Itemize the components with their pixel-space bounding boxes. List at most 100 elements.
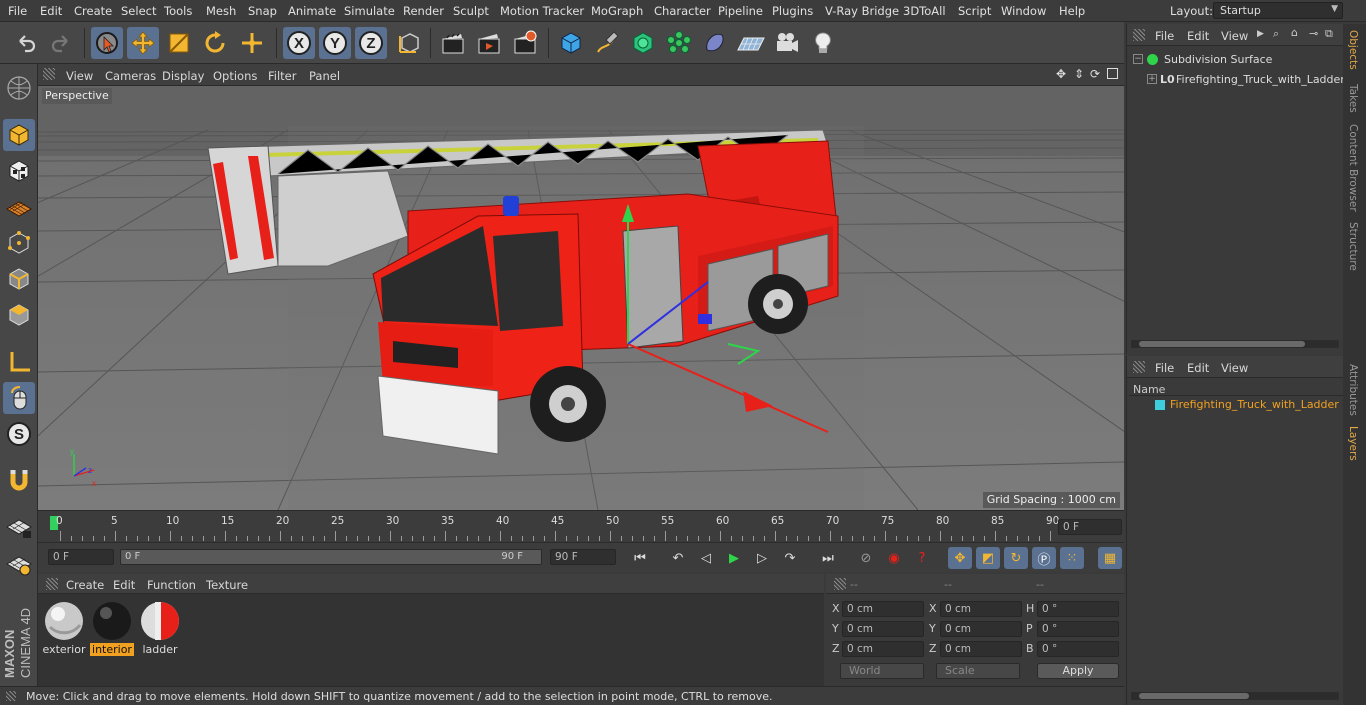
- next-key-button[interactable]: ↷: [778, 547, 802, 569]
- layout-dropdown[interactable]: Startup ▼: [1213, 2, 1343, 19]
- rotation-h-field[interactable]: 0 °: [1037, 601, 1119, 617]
- tree-item-truck[interactable]: Firefighting_Truck_with_Ladder: [1176, 73, 1345, 86]
- menu-script[interactable]: Script: [958, 4, 991, 18]
- end-frame-field[interactable]: 90 F: [550, 549, 616, 565]
- edges-mode-button[interactable]: [3, 263, 35, 295]
- record-keys-button[interactable]: ⊘: [854, 547, 878, 569]
- viewport-menu-panel[interactable]: Panel: [309, 69, 340, 83]
- menu-file[interactable]: File: [8, 4, 27, 18]
- redo-button[interactable]: [45, 27, 77, 59]
- autokey-button[interactable]: ◉: [882, 547, 906, 569]
- menu-snap[interactable]: Snap: [248, 4, 277, 18]
- model-mode-button[interactable]: [3, 119, 35, 151]
- goto-start-button[interactable]: ⏮: [628, 547, 652, 569]
- object-menu-edit[interactable]: Edit: [1187, 29, 1209, 43]
- make-editable-button[interactable]: [3, 72, 35, 104]
- menu-3dtoall[interactable]: 3DToAll: [903, 4, 946, 18]
- viewport-menu-display[interactable]: Display: [162, 69, 204, 83]
- object-scrollbar[interactable]: [1131, 340, 1339, 348]
- locked-workplane-button[interactable]: [3, 511, 35, 543]
- layer-color-swatch[interactable]: [1155, 400, 1165, 410]
- menu-render[interactable]: Render: [403, 4, 444, 18]
- points-mode-button[interactable]: [3, 227, 35, 259]
- render-settings-button[interactable]: [509, 27, 541, 59]
- menu-animate[interactable]: Animate: [288, 4, 336, 18]
- viewport-menu-options[interactable]: Options: [213, 69, 257, 83]
- tab-attributes[interactable]: Attributes: [1347, 364, 1359, 416]
- viewport-menu-cameras[interactable]: Cameras: [105, 69, 156, 83]
- material-ladder[interactable]: ladder: [138, 599, 182, 656]
- material-menu-texture[interactable]: Texture: [206, 578, 248, 592]
- tab-structure[interactable]: Structure: [1347, 222, 1359, 271]
- position-x-field[interactable]: 0 cm: [842, 601, 924, 617]
- material-menu-edit[interactable]: Edit: [113, 578, 135, 592]
- current-frame-field[interactable]: 0 F: [1058, 519, 1122, 535]
- undo-button[interactable]: [10, 27, 42, 59]
- object-menu-file[interactable]: File: [1155, 29, 1174, 43]
- key-scale-button[interactable]: ◩: [976, 547, 1000, 569]
- z-axis-button[interactable]: Z: [355, 27, 387, 59]
- goto-end-button[interactable]: ⏭: [816, 547, 840, 569]
- key-rotation-button[interactable]: ↻: [1004, 547, 1028, 569]
- transform-tool-button[interactable]: [236, 27, 268, 59]
- menu-help[interactable]: Help: [1059, 4, 1085, 18]
- orbit-view-icon[interactable]: ⟳: [1090, 67, 1100, 81]
- menu-motion-tracker[interactable]: Motion Tracker: [500, 4, 584, 18]
- viewport-menu-filter[interactable]: Filter: [268, 69, 296, 83]
- size-z-field[interactable]: 0 cm: [940, 641, 1022, 657]
- position-z-field[interactable]: 0 cm: [842, 641, 924, 657]
- new-window-icon[interactable]: ⧉: [1325, 27, 1333, 41]
- menu-window[interactable]: Window: [1001, 4, 1046, 18]
- workplane-mode-button[interactable]: [3, 191, 35, 223]
- tree-item-subdivision[interactable]: Subdivision Surface: [1164, 53, 1272, 66]
- render-to-picture-viewer-button[interactable]: [473, 27, 505, 59]
- y-axis-button[interactable]: Y: [319, 27, 351, 59]
- menu-create[interactable]: Create: [74, 4, 112, 18]
- size-y-field[interactable]: 0 cm: [940, 621, 1022, 637]
- cloner-button[interactable]: [663, 27, 695, 59]
- pen-spline-button[interactable]: [591, 27, 623, 59]
- scale-tool-button[interactable]: [163, 27, 195, 59]
- material-menu-create[interactable]: Create: [66, 578, 104, 592]
- expand-icon[interactable]: +: [1147, 74, 1157, 84]
- polygons-mode-button[interactable]: [3, 299, 35, 331]
- menu-plugins[interactable]: Plugins: [772, 4, 813, 18]
- menu-more-icon[interactable]: ▶: [1257, 29, 1264, 39]
- layer-item-truck[interactable]: Firefighting_Truck_with_Ladder: [1170, 398, 1339, 411]
- key-pla-button[interactable]: ⁙: [1060, 547, 1084, 569]
- menu-edit[interactable]: Edit: [40, 4, 62, 18]
- floor-button[interactable]: [735, 27, 767, 59]
- render-view-button[interactable]: [437, 27, 469, 59]
- menu-mograph[interactable]: MoGraph: [591, 4, 643, 18]
- frame-range-slider[interactable]: 0 F 90 F: [120, 549, 542, 565]
- search-icon[interactable]: ⌕: [1273, 27, 1279, 41]
- menu-vray-bridge[interactable]: V-Ray Bridge: [825, 4, 899, 18]
- magnet-button[interactable]: [3, 465, 35, 497]
- tab-objects[interactable]: Objects: [1347, 30, 1359, 70]
- prev-frame-button[interactable]: ◁: [694, 547, 718, 569]
- coordinate-system-button[interactable]: [393, 27, 425, 59]
- camera-button[interactable]: [771, 27, 803, 59]
- layer-menu-view[interactable]: View: [1221, 361, 1248, 375]
- position-y-field[interactable]: 0 cm: [842, 621, 924, 637]
- maximize-view-icon[interactable]: [1107, 68, 1118, 79]
- menu-tools[interactable]: Tools: [164, 4, 192, 18]
- timeline-window-button[interactable]: ▦: [1098, 547, 1122, 569]
- material-exterior[interactable]: exterior: [42, 599, 86, 656]
- 3d-viewport[interactable]: y z x Perspective Grid Spacing : 1000 cm: [38, 86, 1124, 510]
- subdivision-surface-button[interactable]: [627, 27, 659, 59]
- tab-takes[interactable]: Takes: [1347, 84, 1359, 113]
- snap-button[interactable]: S: [3, 418, 35, 450]
- menu-simulate[interactable]: Simulate: [344, 4, 395, 18]
- key-position-button[interactable]: ✥: [948, 547, 972, 569]
- apply-button[interactable]: Apply: [1037, 663, 1119, 679]
- rotation-p-field[interactable]: 0 °: [1037, 621, 1119, 637]
- rotation-b-field[interactable]: 0 °: [1037, 641, 1119, 657]
- menu-sculpt[interactable]: Sculpt: [453, 4, 489, 18]
- prev-key-button[interactable]: ↶: [666, 547, 690, 569]
- dolly-view-icon[interactable]: ⇕: [1074, 67, 1084, 81]
- menu-mesh[interactable]: Mesh: [206, 4, 236, 18]
- key-parameter-button[interactable]: Ⓟ: [1032, 547, 1056, 569]
- x-axis-button[interactable]: X: [283, 27, 315, 59]
- coord-mode-dropdown[interactable]: World: [840, 663, 924, 679]
